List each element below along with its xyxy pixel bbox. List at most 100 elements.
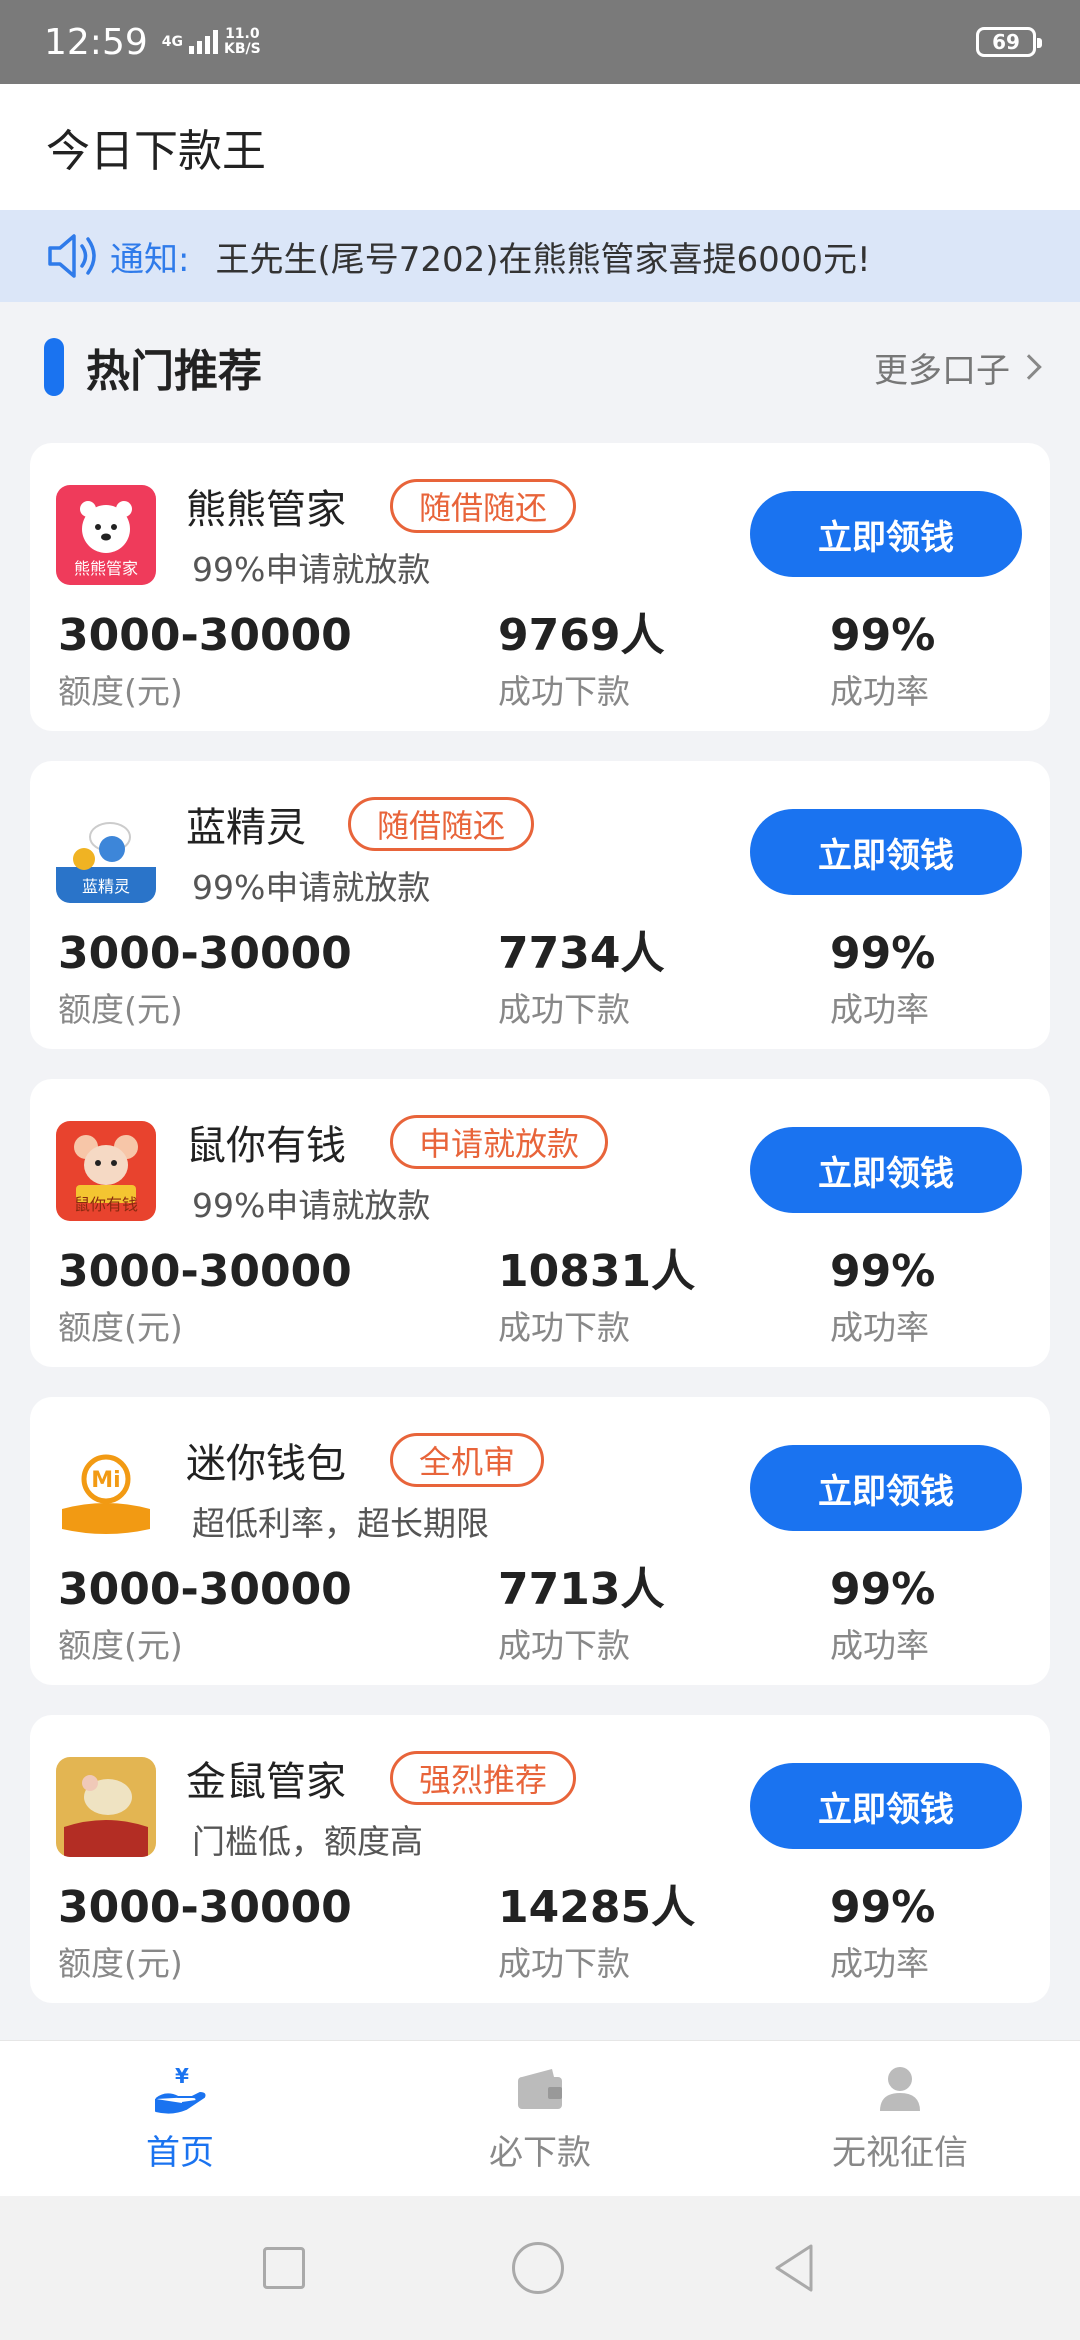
svg-text:Mi: Mi: [91, 1468, 120, 1493]
product-card[interactable]: 金鼠管家 强烈推荐 门槛低，额度高 立即领钱 3000-30000 额度(元) …: [30, 1715, 1050, 2003]
rate-stat: 99% 成功率: [830, 1247, 935, 1349]
product-desc: 99%申请就放款: [192, 1186, 431, 1225]
rate-value: 99%: [830, 610, 936, 661]
network-speed: 11.0 KB/S: [224, 27, 261, 57]
more-link-label: 更多口子: [874, 350, 1010, 391]
product-name: 熊熊管家: [186, 487, 346, 533]
battery-level: 69: [992, 30, 1020, 54]
section-header: 热门推荐 更多口子: [0, 302, 1080, 432]
product-card[interactable]: 熊熊管家 熊熊管家 随借随还 99%申请就放款 立即领钱 3000-30000 …: [30, 443, 1050, 731]
amount-value: 3000-30000: [58, 1882, 352, 1933]
claim-button[interactable]: 立即领钱: [750, 1127, 1022, 1213]
count-label: 成功下款: [498, 1308, 630, 1347]
amount-label: 额度(元): [58, 990, 183, 1029]
amount-stat: 3000-30000 额度(元): [58, 611, 352, 713]
status-time: 12:59: [44, 21, 148, 63]
amount-stat: 3000-30000 额度(元): [58, 929, 352, 1031]
product-desc: 超低利率，超长期限: [192, 1504, 489, 1543]
network-type: 4G: [161, 34, 183, 50]
amount-value: 3000-30000: [58, 1564, 352, 1615]
more-link[interactable]: 更多口子: [874, 343, 1042, 392]
product-desc: 99%申请就放款: [192, 868, 431, 907]
amount-label: 额度(元): [58, 672, 183, 711]
product-list: 熊熊管家 熊熊管家 随借随还 99%申请就放款 立即领钱 3000-30000 …: [30, 443, 1050, 2033]
notice-label: 通知:: [110, 239, 190, 280]
user-icon: [880, 2067, 920, 2111]
rate-stat: 99% 成功率: [830, 1565, 935, 1667]
claim-button[interactable]: 立即领钱: [750, 491, 1022, 577]
section-accent-bar: [44, 338, 64, 396]
app-logo-icon: Mi: [56, 1439, 156, 1539]
count-label: 成功下款: [498, 1944, 630, 1983]
count-value: 14285人: [498, 1882, 696, 1933]
logo-text: 鼠你有钱: [73, 1195, 138, 1214]
rate-stat: 99% 成功率: [830, 1883, 935, 1985]
app-logo-icon: 鼠你有钱: [56, 1121, 156, 1221]
count-label: 成功下款: [498, 1626, 630, 1665]
speaker-icon: [48, 234, 96, 278]
rate-label: 成功率: [830, 1308, 929, 1347]
tab-ignore-credit[interactable]: 无视征信: [720, 2041, 1080, 2196]
product-card[interactable]: 鼠你有钱 鼠你有钱 申请就放款 99%申请就放款 立即领钱 3000-30000…: [30, 1079, 1050, 1367]
logo-text: 熊熊管家: [73, 559, 138, 578]
app-logo-icon: 熊熊管家: [56, 485, 156, 585]
tab-home[interactable]: ¥ 首页: [0, 2041, 360, 2196]
rate-stat: 99% 成功率: [830, 611, 935, 713]
system-nav-bar: [0, 2196, 1080, 2340]
claim-button[interactable]: 立即领钱: [750, 809, 1022, 895]
yen-hand-icon: ¥: [155, 2064, 206, 2114]
product-tag: 申请就放款: [390, 1115, 609, 1169]
count-value: 9769人: [498, 610, 665, 661]
product-card[interactable]: 蓝精灵 蓝精灵 随借随还 99%申请就放款 立即领钱 3000-30000 额度…: [30, 761, 1050, 1049]
count-stat: 7734人 成功下款: [498, 929, 664, 1031]
rate-label: 成功率: [830, 990, 929, 1029]
tab-label: 无视征信: [832, 2133, 968, 2173]
product-name: 蓝精灵: [186, 805, 306, 851]
tab-must-loan[interactable]: 必下款: [360, 2041, 720, 2196]
logo-text: 蓝精灵: [81, 877, 130, 896]
product-name: 金鼠管家: [186, 1759, 346, 1805]
network-speed-unit: KB/S: [223, 41, 261, 57]
rate-label: 成功率: [830, 1626, 929, 1665]
count-value: 7734人: [498, 928, 665, 979]
product-desc: 门槛低，额度高: [192, 1822, 423, 1861]
tab-label: 必下款: [489, 2133, 591, 2173]
rate-label: 成功率: [830, 672, 929, 711]
claim-button[interactable]: 立即领钱: [750, 1445, 1022, 1531]
battery-icon: 69: [976, 27, 1042, 57]
amount-value: 3000-30000: [58, 610, 352, 661]
signal-icon: [188, 30, 218, 54]
app-bar: 今日下款王: [0, 84, 1080, 210]
recent-apps-icon[interactable]: [263, 2247, 306, 2289]
count-value: 7713人: [498, 1564, 665, 1615]
product-name: 鼠你有钱: [186, 1123, 346, 1169]
count-label: 成功下款: [498, 990, 630, 1029]
wallet-icon: [518, 2069, 562, 2109]
count-stat: 9769人 成功下款: [498, 611, 664, 713]
back-icon[interactable]: [771, 2242, 817, 2294]
rate-value: 99%: [830, 1246, 936, 1297]
app-logo-icon: [56, 1757, 156, 1857]
network-speed-value: 11.0: [225, 26, 260, 42]
app-logo-icon: 蓝精灵: [56, 803, 156, 903]
amount-label: 额度(元): [58, 1308, 183, 1347]
amount-label: 额度(元): [58, 1626, 183, 1665]
home-icon[interactable]: [511, 2242, 564, 2294]
product-tag: 全机审: [390, 1433, 545, 1487]
claim-button[interactable]: 立即领钱: [750, 1763, 1022, 1849]
status-bar: 12:59 4G 11.0 KB/S 69: [0, 0, 1080, 84]
rate-value: 99%: [830, 928, 936, 979]
section-title: 热门推荐: [86, 346, 262, 397]
notice-banner[interactable]: 通知: 王先生(尾号7202)在熊熊管家喜提6000元!: [0, 210, 1080, 302]
tab-label: 首页: [146, 2133, 214, 2173]
rate-label: 成功率: [830, 1944, 929, 1983]
count-stat: 14285人 成功下款: [498, 1883, 695, 1985]
network-indicator: 4G 11.0 KB/S: [162, 27, 261, 57]
rate-value: 99%: [830, 1882, 936, 1933]
product-tag: 随借随还: [390, 479, 577, 533]
rate-stat: 99% 成功率: [830, 929, 935, 1031]
amount-stat: 3000-30000 额度(元): [58, 1883, 352, 1985]
amount-value: 3000-30000: [58, 928, 352, 979]
product-card[interactable]: Mi 迷你钱包 全机审 超低利率，超长期限 立即领钱 3000-30000 额度…: [30, 1397, 1050, 1685]
product-name: 迷你钱包: [186, 1441, 346, 1487]
